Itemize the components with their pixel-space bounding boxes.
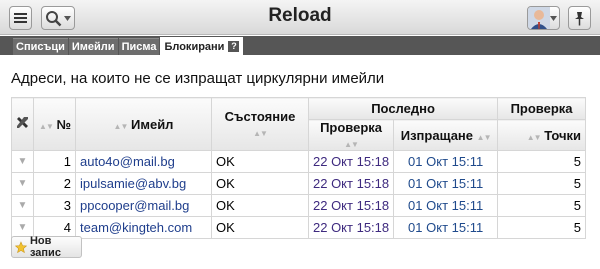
row-points: 5 [497, 172, 586, 195]
column-group-last: Последно [307, 97, 499, 120]
app-title: Reload [268, 5, 332, 26]
table-row[interactable]: ▼ 4 team@kingteh.com OK 22 Окт 15:18 01 … [11, 216, 586, 239]
top-bar: Reload [0, 0, 600, 35]
row-menu-button[interactable]: ▼ [11, 172, 34, 195]
row-points: 5 [497, 194, 586, 217]
column-header-points-label: Точки [544, 127, 581, 143]
blocked-emails-table: ▲▼ № ▲▼ Имейл Състояние ▲▼ Последно Пров… [11, 97, 586, 239]
row-state: OK [211, 216, 309, 239]
sort-icon: ▲▼ [39, 121, 54, 131]
row-num: 1 [33, 150, 76, 173]
column-header-check-label: Проверка [320, 120, 383, 135]
tab-blocked-label: Блокирани [164, 40, 225, 53]
chevron-down-icon: ▼ [17, 178, 28, 189]
row-num: 3 [33, 194, 76, 217]
tab-blocked[interactable]: Блокирани ? [160, 37, 244, 55]
column-header-email-label: Имейл [131, 116, 174, 132]
row-sent-date: 01 Окт 15:11 [393, 172, 499, 195]
table-row[interactable]: ▼ 1 auto4o@mail.bg OK 22 Окт 15:18 01 Ок… [11, 150, 586, 173]
row-menu-button[interactable]: ▼ [11, 150, 34, 173]
chevron-down-icon: ▼ [17, 200, 28, 211]
sort-icon: ▲▼ [526, 132, 542, 142]
row-email-link[interactable]: ppcooper@mail.bg [75, 194, 212, 217]
tab-lists[interactable]: Списъци [13, 38, 68, 55]
pin-button[interactable] [568, 6, 591, 30]
row-state: OK [211, 194, 309, 217]
row-points: 5 [497, 150, 586, 173]
row-state: OK [211, 172, 309, 195]
column-header-email[interactable]: ▲▼ Имейл [75, 97, 212, 151]
column-header-state-label: Състояние [224, 109, 296, 124]
chevron-down-icon [550, 16, 557, 21]
row-email-link[interactable]: auto4o@mail.bg [75, 150, 212, 173]
column-header-points[interactable]: ▲▼ Точки [497, 119, 586, 151]
column-header-sent[interactable]: Изпращане ▲▼ [393, 119, 499, 151]
sort-icon: ▲▼ [344, 140, 359, 149]
sort-icon: ▲▼ [113, 121, 129, 131]
column-group-verify: Проверка [497, 97, 586, 120]
chevron-down-icon: ▼ [17, 156, 28, 167]
row-sent-date: 01 Окт 15:11 [393, 150, 499, 173]
tools-icon [17, 117, 28, 128]
table-row[interactable]: ▼ 3 ppcooper@mail.bg OK 22 Окт 15:18 01 … [11, 194, 586, 217]
star-icon [15, 240, 27, 253]
chevron-down-icon: ▼ [17, 222, 28, 233]
sort-icon: ▲▼ [476, 132, 492, 142]
column-header-state[interactable]: Състояние ▲▼ [211, 97, 309, 151]
row-checked-date: 22 Окт 15:18 [307, 172, 395, 195]
row-sent-date: 01 Окт 15:11 [393, 216, 499, 239]
row-menu-button[interactable]: ▼ [11, 194, 34, 217]
column-header-num[interactable]: ▲▼ № [33, 97, 76, 151]
user-avatar-icon [528, 7, 550, 29]
row-checked-date: 22 Окт 15:18 [307, 194, 395, 217]
row-email-link[interactable]: team@kingteh.com [75, 216, 212, 239]
new-record-button[interactable]: Нов запис [11, 235, 82, 259]
help-icon[interactable]: ? [228, 41, 240, 52]
tab-emails[interactable]: Имейли [68, 38, 118, 55]
row-points: 5 [497, 216, 586, 239]
row-checked-date: 22 Окт 15:18 [307, 150, 395, 173]
tools-header[interactable] [11, 97, 34, 151]
column-header-sent-label: Изпращане [400, 127, 474, 143]
row-sent-date: 01 Окт 15:11 [393, 194, 499, 217]
tab-bar: Списъци Имейли Писма Блокирани ? [0, 36, 600, 55]
row-checked-date: 22 Окт 15:18 [307, 216, 395, 239]
tab-letters[interactable]: Писма [118, 38, 160, 55]
row-num: 2 [33, 172, 76, 195]
row-state: OK [211, 150, 309, 173]
column-header-num-label: № [56, 116, 72, 132]
row-email-link[interactable]: ipulsamie@abv.bg [75, 172, 212, 195]
new-record-label: Нов запис [29, 235, 61, 259]
user-menu-button[interactable] [527, 6, 560, 30]
sort-icon: ▲▼ [253, 129, 268, 138]
column-header-check[interactable]: Проверка ▲▼ [307, 119, 395, 151]
pin-icon [575, 11, 584, 25]
table-row[interactable]: ▼ 2 ipulsamie@abv.bg OK 22 Окт 15:18 01 … [11, 172, 586, 195]
page-heading: Адреси, на които не се изпращат циркуляр… [11, 70, 385, 87]
